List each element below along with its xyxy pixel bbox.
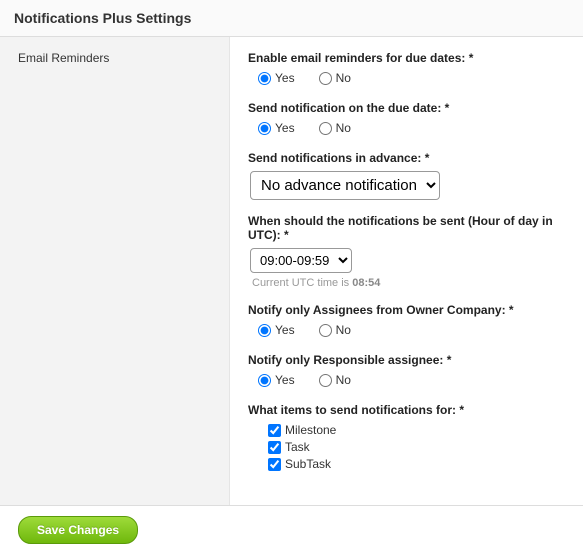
radio-owner-yes[interactable] — [258, 324, 271, 337]
field-owner-only: Notify only Assignees from Owner Company… — [248, 303, 565, 339]
settings-form: Enable email reminders for due dates: * … — [230, 37, 583, 505]
radio-due-no[interactable] — [319, 122, 332, 135]
checkbox-milestone[interactable] — [268, 424, 281, 437]
radio-resp-yes[interactable] — [258, 374, 271, 387]
hint-time: 08:54 — [352, 277, 380, 289]
select-advance[interactable]: No advance notification — [250, 171, 440, 200]
field-label: Send notifications in advance: * — [248, 151, 565, 165]
radio-label: No — [336, 373, 351, 387]
radio-label: No — [336, 71, 351, 85]
page-title: Notifications Plus Settings — [14, 10, 569, 26]
checkbox-label: SubTask — [285, 457, 331, 471]
select-hour[interactable]: 09:00-09:59 — [250, 248, 352, 273]
field-label: What items to send notifications for: * — [248, 403, 565, 417]
radio-due-yes[interactable] — [258, 122, 271, 135]
sidebar-item-email-reminders[interactable]: Email Reminders — [18, 51, 211, 65]
field-label: When should the notifications be sent (H… — [248, 214, 565, 242]
radio-resp-no[interactable] — [319, 374, 332, 387]
radio-enable-no[interactable] — [319, 72, 332, 85]
page-header: Notifications Plus Settings — [0, 0, 583, 37]
radio-group-owner: Yes No — [248, 323, 565, 339]
radio-label: No — [336, 323, 351, 337]
field-label: Notify only Responsible assignee: * — [248, 353, 565, 367]
radio-enable-yes[interactable] — [258, 72, 271, 85]
radio-group-responsible: Yes No — [248, 373, 565, 389]
sidebar: Email Reminders — [0, 37, 230, 505]
radio-label: Yes — [275, 373, 295, 387]
checkbox-subtask[interactable] — [268, 458, 281, 471]
radio-label: Yes — [275, 121, 295, 135]
radio-owner-no[interactable] — [319, 324, 332, 337]
field-due-date: Send notification on the due date: * Yes… — [248, 101, 565, 137]
radio-label: Yes — [275, 71, 295, 85]
radio-group-due-date: Yes No — [248, 121, 565, 137]
field-hour: When should the notifications be sent (H… — [248, 214, 565, 289]
hint-prefix: Current UTC time is — [252, 277, 352, 289]
field-advance: Send notifications in advance: * No adva… — [248, 151, 565, 200]
checkbox-label: Task — [285, 440, 310, 454]
checkbox-label: Milestone — [285, 423, 336, 437]
checkbox-task[interactable] — [268, 441, 281, 454]
utc-hint: Current UTC time is 08:54 — [252, 277, 565, 289]
field-label: Send notification on the due date: * — [248, 101, 565, 115]
radio-label: Yes — [275, 323, 295, 337]
content: Email Reminders Enable email reminders f… — [0, 37, 583, 506]
field-enable-reminders: Enable email reminders for due dates: * … — [248, 51, 565, 87]
radio-label: No — [336, 121, 351, 135]
checkbox-group-items: Milestone Task SubTask — [258, 423, 565, 471]
save-button[interactable]: Save Changes — [18, 516, 138, 544]
field-label: Notify only Assignees from Owner Company… — [248, 303, 565, 317]
field-responsible-only: Notify only Responsible assignee: * Yes … — [248, 353, 565, 389]
radio-group-enable: Yes No — [248, 71, 565, 87]
field-label: Enable email reminders for due dates: * — [248, 51, 565, 65]
field-items: What items to send notifications for: * … — [248, 403, 565, 471]
footer: Save Changes — [0, 506, 583, 554]
